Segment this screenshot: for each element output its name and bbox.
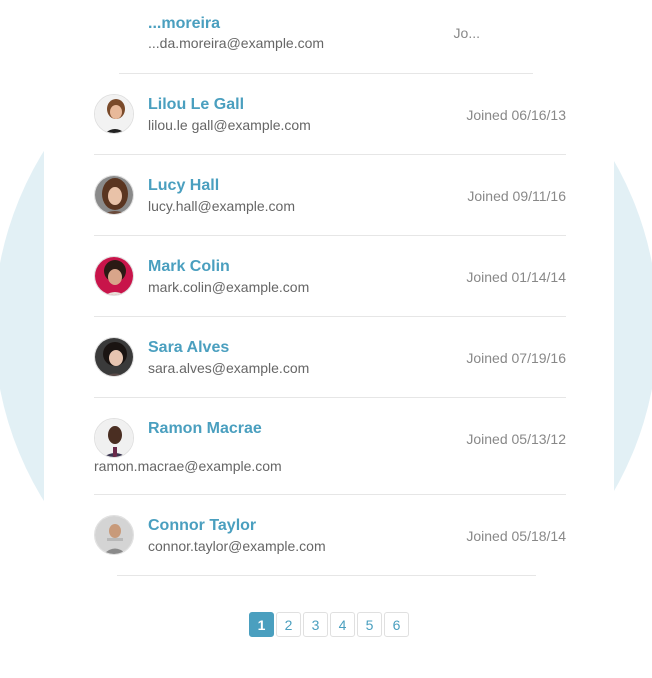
user-avatar <box>94 337 134 377</box>
user-name[interactable]: Lucy Hall <box>148 177 219 195</box>
user-email: lucy.hall@example.com <box>148 198 296 214</box>
user-joined-date: Joined 05/18/14 <box>466 528 566 544</box>
user-name[interactable]: Connor Taylor <box>148 517 256 535</box>
user-joined-date: Joined 07/19/16 <box>466 350 566 366</box>
user-name[interactable]: Lilou Le Gall <box>148 96 244 114</box>
row-divider <box>117 575 536 576</box>
user-email: ramon.macrae@example.com <box>94 458 282 474</box>
user-joined-date: Jo... <box>453 25 480 41</box>
user-joined-date: Joined 05/13/12 <box>466 431 566 447</box>
user-joined-date: Joined 06/16/13 <box>466 107 566 123</box>
user-email: connor.taylor@example.com <box>148 538 326 554</box>
page-button-1[interactable]: 1 <box>249 612 274 637</box>
user-name[interactable]: Mark Colin <box>148 258 230 276</box>
user-joined-date: Joined 09/11/16 <box>467 188 566 204</box>
user-name[interactable]: ...moreira <box>148 15 220 33</box>
user-row[interactable]: Lucy Hall lucy.hall@example.com Joined 0… <box>94 155 566 235</box>
page-button-4[interactable]: 4 <box>330 612 355 637</box>
user-row[interactable]: Sara Alves sara.alves@example.com Joined… <box>94 317 566 397</box>
user-avatar <box>94 94 134 134</box>
user-email: ...da.moreira@example.com <box>148 35 325 51</box>
page-button-6[interactable]: 6 <box>384 612 409 637</box>
user-email: lilou.le gall@example.com <box>148 117 311 133</box>
page-button-3[interactable]: 3 <box>303 612 328 637</box>
page-button-2[interactable]: 2 <box>276 612 301 637</box>
user-row[interactable]: Mark Colin mark.colin@example.com Joined… <box>94 236 566 316</box>
user-row[interactable]: Lilou Le Gall lilou.le gall@example.com … <box>94 74 566 154</box>
page-button-5[interactable]: 5 <box>357 612 382 637</box>
user-name[interactable]: Ramon Macrae <box>148 420 262 438</box>
user-avatar <box>94 515 134 555</box>
user-row[interactable]: ...moreira ...da.moreira@example.com Jo.… <box>94 0 566 74</box>
pagination: 1 2 3 4 5 6 <box>249 612 409 637</box>
user-row[interactable]: Ramon Macrae ramon.macrae@example.com Jo… <box>94 398 566 494</box>
user-name[interactable]: Sara Alves <box>148 339 229 357</box>
user-avatar <box>94 175 134 215</box>
user-email: mark.colin@example.com <box>148 279 310 295</box>
user-avatar <box>94 418 134 458</box>
user-row[interactable]: Connor Taylor connor.taylor@example.com … <box>94 495 566 575</box>
user-joined-date: Joined 01/14/14 <box>466 269 566 285</box>
user-email: sara.alves@example.com <box>148 360 310 376</box>
user-avatar <box>94 256 134 296</box>
